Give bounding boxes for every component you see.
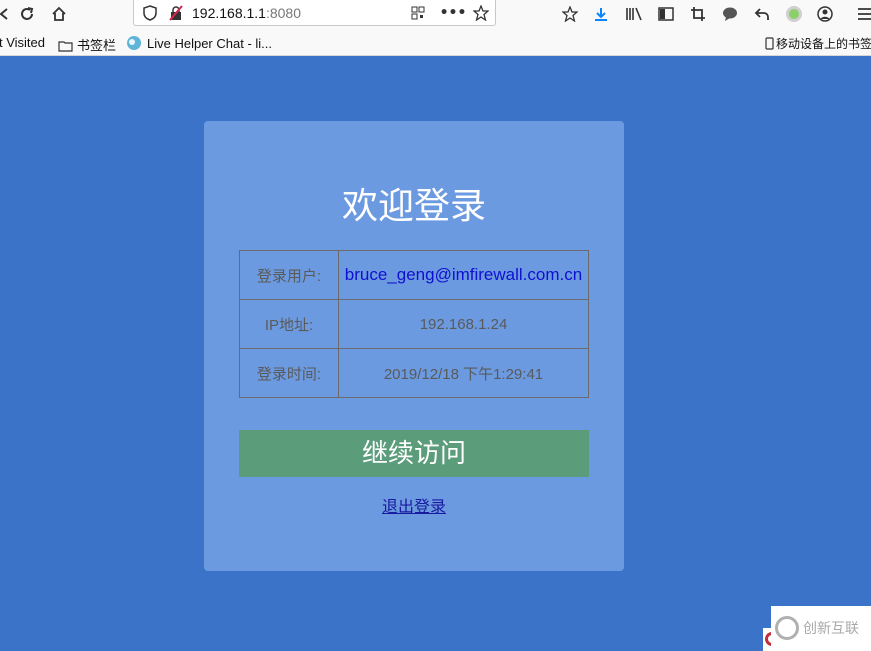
menu-icon[interactable] xyxy=(855,4,871,24)
chat-bubble-icon xyxy=(126,35,142,54)
ip-label: IP地址: xyxy=(239,299,339,349)
back-arrow-icon[interactable] xyxy=(0,4,14,24)
bookmark-most-visited[interactable]: t Visited xyxy=(0,35,45,50)
bookmark-label: 书签栏 xyxy=(77,38,117,53)
url-port: :8080 xyxy=(265,5,302,21)
login-time-value: 2019/12/18 下午1:29:41 xyxy=(338,348,589,398)
home-icon[interactable] xyxy=(49,4,69,24)
page-actions-icon[interactable]: ••• xyxy=(440,3,467,23)
bookmarks-toolbar: t Visited 书签栏 Live Helper Chat - li... 移… xyxy=(0,28,871,56)
url-host: 192.168.1.1 xyxy=(192,5,266,21)
bookmark-live-helper[interactable]: Live Helper Chat - li... xyxy=(126,35,272,54)
chat-bubble-icon[interactable] xyxy=(720,4,740,24)
table-row: IP地址: 192.168.1.24 xyxy=(239,299,589,349)
bookmark-star-icon[interactable] xyxy=(471,3,491,23)
bookmark-folder[interactable]: 书签栏 xyxy=(58,35,116,55)
reload-icon[interactable] xyxy=(17,4,37,24)
user-label: 登录用户: xyxy=(239,250,339,300)
qr-code-icon[interactable] xyxy=(408,3,428,23)
download-icon[interactable] xyxy=(591,4,611,24)
url-text[interactable]: 192.168.1.1:8080 xyxy=(192,5,301,21)
shield-icon[interactable] xyxy=(140,3,160,23)
insecure-lock-icon[interactable] xyxy=(166,3,186,23)
library-icon[interactable] xyxy=(624,4,644,24)
watermark: 创新互联 xyxy=(771,606,871,651)
folder-icon xyxy=(58,40,73,55)
login-card: 欢迎登录 登录用户: bruce_geng@imfirewall.com.cn … xyxy=(204,121,624,571)
continue-button[interactable]: 继续访问 xyxy=(239,430,589,477)
user-value: bruce_geng@imfirewall.com.cn xyxy=(338,250,589,300)
bookmark-label: Live Helper Chat - li... xyxy=(147,36,272,51)
undo-arrow-icon[interactable] xyxy=(752,4,772,24)
watermark-text: 创新互联 xyxy=(803,621,859,637)
login-time-label: 登录时间: xyxy=(239,348,339,398)
table-row: 登录时间: 2019/12/18 下午1:29:41 xyxy=(239,348,589,398)
account-icon[interactable] xyxy=(815,4,835,24)
table-row: 登录用户: bruce_geng@imfirewall.com.cn xyxy=(239,250,589,300)
browser-toolbar: 192.168.1.1:8080 ••• xyxy=(0,0,871,28)
mobile-bookmarks-label: 移动设备上的书签 xyxy=(776,37,871,51)
logout-link-label: 退出登录 xyxy=(381,497,446,516)
mobile-bookmarks[interactable]: 移动设备上的书签 xyxy=(765,35,871,53)
mobile-device-icon xyxy=(765,37,774,53)
ip-value: 192.168.1.24 xyxy=(338,299,589,349)
page-title: 欢迎登录 xyxy=(341,186,486,227)
extension-status-icon[interactable] xyxy=(784,4,804,24)
logout-link[interactable]: 退出登录 xyxy=(204,493,624,517)
watermark-logo-icon xyxy=(775,616,799,640)
url-bar[interactable]: 192.168.1.1:8080 ••• xyxy=(133,0,496,26)
bookmark-label: t Visited xyxy=(0,35,46,50)
sidebar-icon[interactable] xyxy=(656,4,676,24)
star-add-icon[interactable] xyxy=(560,4,580,24)
login-info-table: 登录用户: bruce_geng@imfirewall.com.cn IP地址:… xyxy=(239,250,589,398)
crop-icon[interactable] xyxy=(688,4,708,24)
